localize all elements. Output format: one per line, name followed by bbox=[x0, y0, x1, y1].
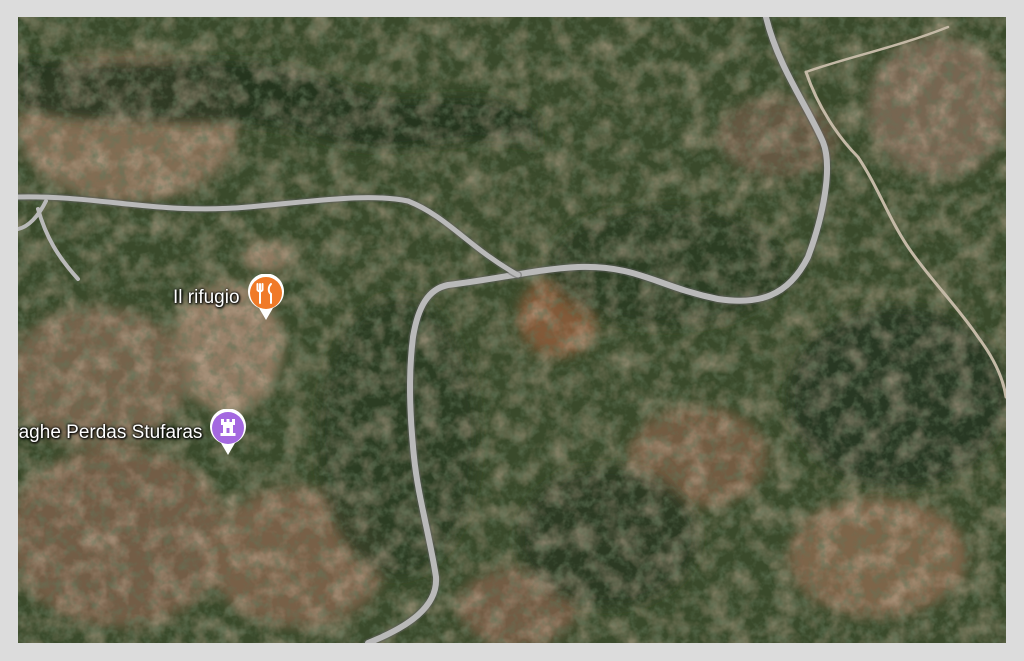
restaurant-marker[interactable] bbox=[246, 274, 286, 322]
satellite-map[interactable] bbox=[18, 17, 1006, 643]
poi-label[interactable]: Il rifugio bbox=[173, 287, 240, 309]
poi-restaurant[interactable]: Il rifugio bbox=[173, 274, 286, 322]
poi-label[interactable]: Nuraghe Perdas Stufaras bbox=[18, 422, 202, 444]
historic-site-marker[interactable] bbox=[208, 409, 248, 457]
map-viewport[interactable]: Il rifugio Nuraghe Perdas Stufaras bbox=[18, 17, 1006, 643]
poi-historic-site[interactable]: Nuraghe Perdas Stufaras bbox=[18, 409, 248, 457]
fork-knife-icon bbox=[247, 274, 284, 320]
castle-icon bbox=[210, 409, 247, 455]
